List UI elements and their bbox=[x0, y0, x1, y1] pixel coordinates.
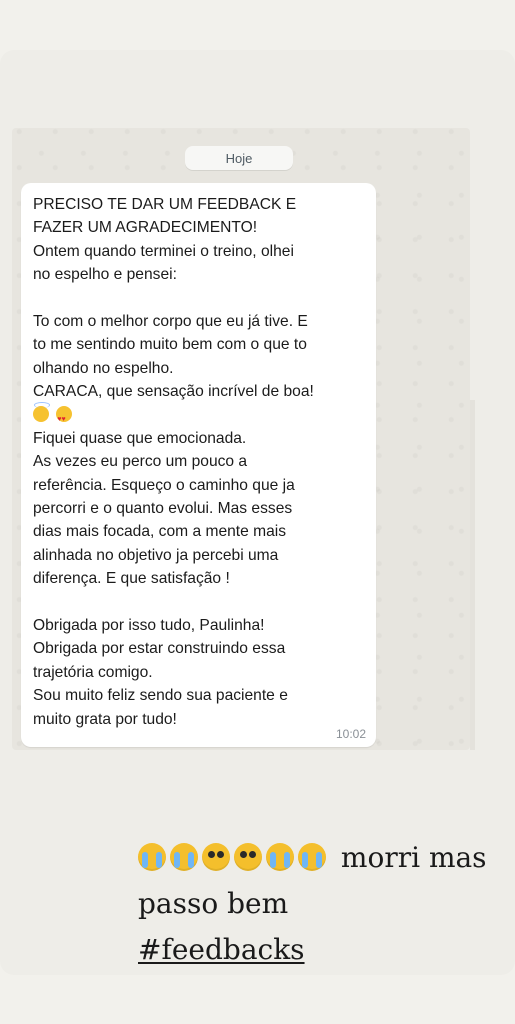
message-line: FAZER UM AGRADECIMENTO! bbox=[33, 219, 258, 237]
message-line: Fiquei quase que emocionada. bbox=[33, 429, 247, 447]
message-line: no espelho e pensei: bbox=[33, 266, 177, 284]
message-line: Obrigada por isso tudo, Paulinha! bbox=[33, 617, 265, 635]
message-line: percorri e o quanto evolui. Mas esses bbox=[33, 500, 293, 518]
message-line: to me sentindo muito bem com o que to bbox=[33, 336, 307, 354]
message-line: Sou muito feliz sendo sua paciente e bbox=[33, 687, 288, 705]
caption-hashtag[interactable]: #feedbacks bbox=[138, 927, 508, 973]
caption-emoji-row bbox=[138, 843, 326, 871]
pleading-face-icon bbox=[234, 843, 262, 871]
story-caption: morri mas passo bem #feedbacks bbox=[138, 835, 508, 973]
chat-screenshot-edge bbox=[470, 400, 475, 750]
message-time: 10:02 bbox=[335, 727, 366, 741]
caption-line-2: passo bem bbox=[138, 887, 289, 920]
message-line: trajetória comigo. bbox=[33, 663, 153, 681]
message-line: Obrigada por estar construindo essa bbox=[33, 640, 286, 658]
date-pill: Hoje bbox=[185, 146, 293, 170]
heart-eyes-icon bbox=[56, 405, 73, 431]
message-line: referência. Esqueço o caminho que ja bbox=[33, 476, 295, 494]
message-line: olhando no espelho. bbox=[33, 359, 174, 377]
message-line: diferença. E que satisfação ! bbox=[33, 570, 230, 588]
message-text: PRECISO TE DAR UM FEEDBACK E FAZER UM AG… bbox=[33, 193, 371, 731]
message-line: Ontem quando terminei o treino, olhei bbox=[33, 242, 294, 260]
crying-face-icon bbox=[298, 843, 326, 871]
message-line: To com o melhor corpo que eu já tive. E bbox=[33, 312, 308, 330]
message-line: As vezes eu perco um pouco a bbox=[33, 453, 248, 471]
message-line: muito grata por tudo! bbox=[33, 710, 177, 728]
message-line: CARACA, que sensação incrível de boa! bbox=[33, 383, 314, 401]
message-line: alinhada no objetivo ja percebi uma bbox=[33, 546, 279, 564]
message-emoji-line bbox=[33, 401, 371, 431]
halo-smile-icon bbox=[33, 401, 50, 422]
message-line: PRECISO TE DAR UM FEEDBACK E bbox=[33, 196, 297, 213]
caption-line-1: morri mas bbox=[340, 841, 487, 874]
crying-face-icon bbox=[170, 843, 198, 871]
pleading-face-icon bbox=[202, 843, 230, 871]
crying-face-icon bbox=[266, 843, 294, 871]
date-label: Hoje bbox=[225, 150, 253, 166]
crying-face-icon bbox=[138, 843, 166, 871]
message-bubble: PRECISO TE DAR UM FEEDBACK E FAZER UM AG… bbox=[21, 183, 376, 747]
message-line: dias mais focada, com a mente mais bbox=[33, 523, 287, 541]
